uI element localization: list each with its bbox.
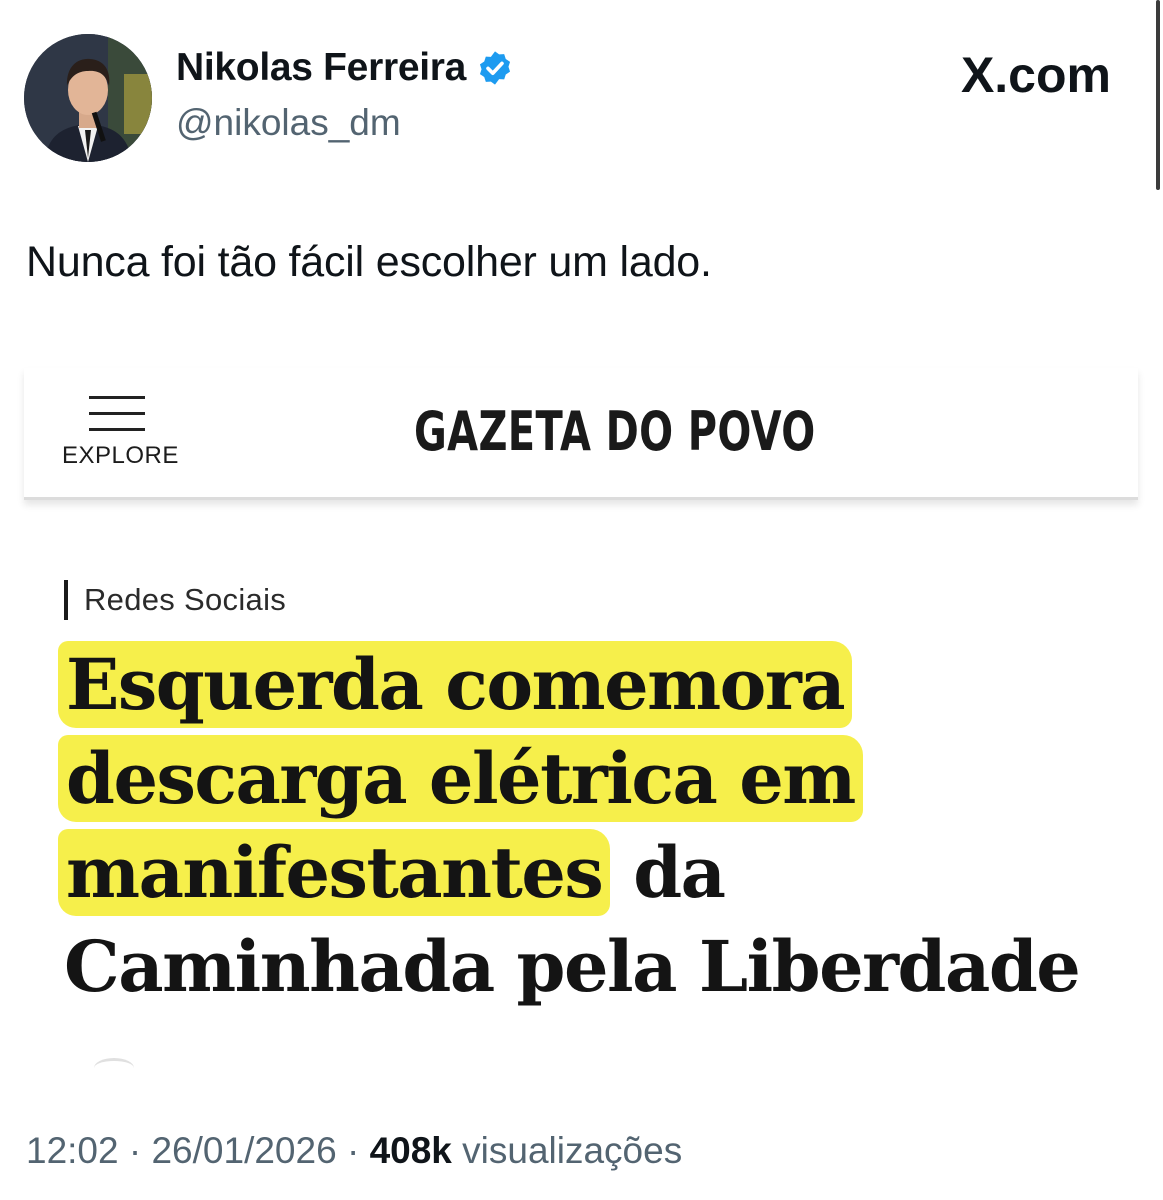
scroll-edge-bar [1156,0,1160,190]
byline-avatar-edge [94,1058,134,1078]
meta-separator: · [346,1130,360,1171]
verified-badge-icon [479,51,511,85]
headline-line-3: manifestantes da [58,826,1114,920]
headline-line-4: Caminhada pela Liberdade [64,925,1081,1008]
tweet-meta: 12:02 · 26/01/2026 · 408k visualizações [26,1130,682,1172]
author-handle[interactable]: @nikolas_dm [176,102,401,144]
headline-highlight-3: manifestantes [58,829,611,916]
explore-menu-button[interactable]: EXPLORE [60,396,180,476]
headline-line-2: descarga elétrica em [58,732,1114,826]
site-brand: X.com [961,46,1111,104]
views-count: 408k [369,1130,452,1171]
author-name-row: Nikolas Ferreira [176,46,514,90]
headline-line-3-rest: da [610,831,726,914]
article-image[interactable]: EXPLORE GAZETA DO POVO Redes Sociais Esq… [24,368,1138,1068]
tweet-text: Nunca foi tão fácil escolher um lado. [26,238,712,286]
tweet-date[interactable]: 26/01/2026 [151,1130,336,1171]
author-name[interactable]: Nikolas Ferreira [176,46,466,90]
headline-highlight-2: descarga elétrica em [58,735,863,822]
gazeta-do-povo-logo: GAZETA DO POVO [414,400,816,463]
explore-label: EXPLORE [62,442,179,469]
tweet-time[interactable]: 12:02 [26,1130,119,1171]
headline-highlight-1: Esquerda comemora [58,641,853,728]
article-headline: Esquerda comemora descarga elétrica em m… [58,638,1114,1014]
views-label: visualizações [462,1130,683,1171]
section-tag-label: Redes Sociais [84,582,287,617]
article-header: EXPLORE GAZETA DO POVO [24,368,1138,500]
avatar-photo [24,34,152,162]
headline-line-1: Esquerda comemora [58,638,1114,732]
author-avatar[interactable] [24,34,152,162]
meta-separator: · [128,1130,142,1171]
site-brand-text: X.com [960,47,1111,103]
section-tag: Redes Sociais [64,580,286,620]
tweet-screenshot: Nikolas Ferreira @nikolas_dm X.com Nunca… [0,0,1163,1200]
section-tag-bar [64,580,68,620]
hamburger-menu-icon [89,396,145,434]
